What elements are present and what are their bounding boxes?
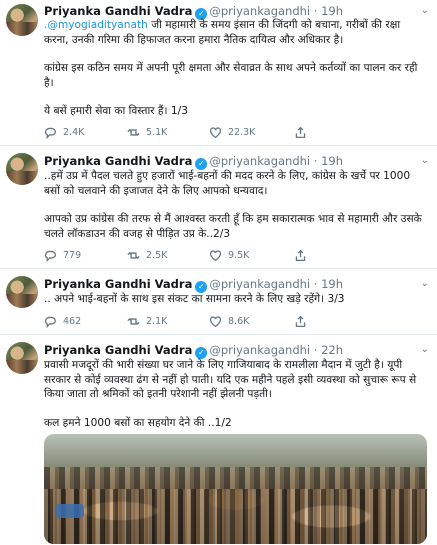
separator-dot: · [313, 4, 318, 18]
tweet-paragraph: .. अपने भाई-बहनों के साथ इस संकट का सामन… [44, 293, 345, 305]
like-icon [209, 126, 222, 138]
reply-count: 462 [63, 315, 82, 327]
tweet-header: Priyanka Gandhi Vadra ✓ @priyankagandhi · … [44, 342, 429, 359]
author-name[interactable]: Priyanka Gandhi Vadra [44, 343, 192, 357]
tweet-header: Priyanka Gandhi Vadra ✓ @priyankagandhi · … [44, 276, 429, 293]
like-icon [209, 249, 222, 261]
retweet-button[interactable]: 5.1K [127, 125, 167, 139]
like-button[interactable]: 9.5K [209, 248, 249, 262]
like-icon [209, 315, 222, 327]
reply-count: 779 [63, 249, 82, 261]
author-name[interactable]: Priyanka Gandhi Vadra [44, 154, 192, 168]
tweet-paragraph: ..हमें उप्र में पैदल चलते हुए हजारों भाई… [44, 170, 411, 197]
separator-dot: · [313, 154, 318, 168]
reply-icon [44, 316, 57, 328]
timestamp[interactable]: 19h [321, 154, 343, 168]
retweet-count: 2.5K [146, 249, 168, 261]
tweet-paragraph: आपको उप्र कांग्रेस की तरफ से मैं आश्वस्त… [44, 213, 422, 240]
tweet-2[interactable]: Priyanka Gandhi Vadra ✓ @priyankagandhi · … [0, 147, 437, 269]
author-handle[interactable]: @priyankagandhi [209, 277, 310, 291]
reply-icon [44, 127, 57, 139]
tweet-3[interactable]: Priyanka Gandhi Vadra ✓ @priyankagandhi · … [0, 270, 437, 335]
timestamp[interactable]: 19h [321, 4, 343, 18]
author-name[interactable]: Priyanka Gandhi Vadra [44, 4, 192, 18]
share-icon [295, 126, 306, 138]
tweet-paragraph: कल हमने 1000 बसों का सहयोग देने की ..1/2 [44, 416, 232, 429]
like-count: 8.6K [228, 315, 250, 327]
reply-button[interactable]: 779 [44, 248, 81, 262]
share-icon [295, 315, 306, 327]
share-icon [295, 249, 306, 261]
tweet-header: Priyanka Gandhi Vadra ✓ @priyankagandhi · … [44, 153, 429, 170]
tweet-text: ..हमें उप्र में पैदल चलते हुए हजारों भाई… [44, 169, 427, 241]
tweet-media-image[interactable] [44, 434, 427, 544]
timestamp[interactable]: 19h [321, 277, 343, 291]
tweet-paragraph: प्रवासी मजदूरों की भारी संख्या घर जाने क… [44, 359, 417, 401]
tweet-paragraph: कांग्रेस इस कठिन समय में अपनी पूरी क्षमत… [44, 62, 418, 89]
author-name[interactable]: Priyanka Gandhi Vadra [44, 277, 192, 291]
like-button[interactable]: 22.3K [209, 125, 255, 139]
retweet-count: 5.1K [146, 126, 168, 138]
author-handle[interactable]: @priyankagandhi [209, 4, 310, 18]
like-button[interactable]: 8.6K [209, 314, 249, 328]
retweet-icon [127, 317, 140, 325]
reply-button[interactable]: 462 [44, 314, 81, 328]
retweet-count: 2.1K [146, 315, 168, 327]
share-button[interactable] [294, 314, 307, 328]
author-handle[interactable]: @priyankagandhi [209, 343, 310, 357]
tweet-4[interactable]: Priyanka Gandhi Vadra ✓ @priyankagandhi · … [0, 336, 437, 545]
reply-icon [44, 250, 57, 262]
like-count: 22.3K [228, 126, 256, 138]
share-button[interactable] [294, 125, 307, 139]
tweet-actions: 779 2.5K 9.5K [44, 248, 427, 262]
tweet-1[interactable]: Priyanka Gandhi Vadra ✓ @priyankagandhi · … [0, 0, 437, 146]
chevron-down-icon[interactable]: ⌄ [421, 342, 429, 358]
chevron-down-icon[interactable]: ⌄ [421, 3, 429, 19]
tweet-text: प्रवासी मजदूरों की भारी संख्या घर जाने क… [44, 358, 427, 430]
like-count: 9.5K [228, 249, 250, 261]
separator-dot: · [313, 277, 318, 291]
tweet-text: .@myogiadityanath जी महामारी के समय इंसा… [44, 18, 427, 119]
avatar[interactable] [6, 342, 38, 374]
avatar[interactable] [6, 276, 38, 308]
timestamp[interactable]: 22h [321, 343, 343, 357]
chevron-down-icon[interactable]: ⌄ [421, 276, 429, 292]
author-handle[interactable]: @priyankagandhi [209, 154, 310, 168]
retweet-icon [127, 251, 140, 259]
tweet-actions: 462 2.1K 8.6K [44, 314, 427, 328]
avatar[interactable] [6, 153, 38, 185]
separator-dot: · [313, 343, 318, 357]
tweet-actions: 2.4K 5.1K 22.3K [44, 125, 427, 139]
retweet-button[interactable]: 2.5K [127, 248, 167, 262]
tweet-header: Priyanka Gandhi Vadra ✓ @priyankagandhi · … [44, 3, 429, 20]
share-button[interactable] [294, 248, 307, 262]
tweet-paragraph: ये बसें हमारी सेवा का विस्तार हैं। 1/3 [44, 105, 188, 118]
mention-link[interactable]: .@myogiadityanath [44, 19, 148, 31]
retweet-button[interactable]: 2.1K [127, 314, 167, 328]
avatar[interactable] [6, 4, 38, 36]
reply-button[interactable]: 2.4K [44, 125, 84, 139]
chevron-down-icon[interactable]: ⌄ [421, 153, 429, 169]
retweet-icon [127, 128, 140, 136]
reply-count: 2.4K [63, 126, 85, 138]
tweet-text: .. अपने भाई-बहनों के साथ इस संकट का सामन… [44, 292, 427, 307]
